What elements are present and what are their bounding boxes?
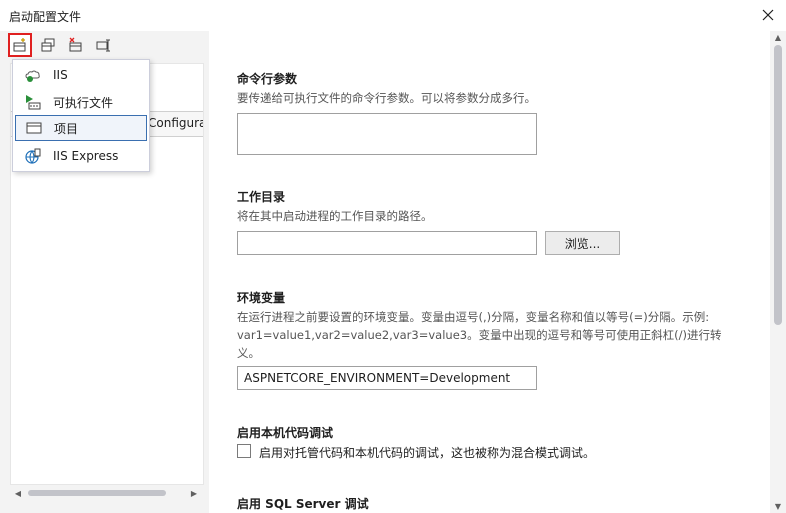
profile-settings: 命令行参数 要传递给可执行文件的命令行参数。可以将参数分成多行。 工作目录 将在…: [209, 31, 770, 513]
copy-profile-icon: [41, 38, 55, 52]
new-profile-button[interactable]: [8, 33, 32, 57]
window-title: 启动配置文件: [9, 10, 82, 24]
scroll-down-icon[interactable]: ▼: [770, 502, 786, 511]
iis-icon: [23, 67, 43, 83]
workdir-title: 工作目录: [237, 190, 286, 204]
menu-item-label: 可执行文件: [53, 95, 114, 110]
delete-profile-icon: [69, 37, 82, 52]
native-debug-title: 启用本机代码调试: [237, 426, 334, 440]
close-icon: [762, 9, 774, 21]
args-description: 要传递给可执行文件的命令行参数。可以将参数分成多行。: [237, 91, 536, 105]
profiles-toolbar: [8, 33, 116, 61]
working-directory-input[interactable]: [237, 231, 537, 255]
workdir-description: 将在其中启动进程的工作目录的路径。: [237, 209, 433, 223]
env-description: 在运行进程之前要设置的环境变量。变量由逗号(,)分隔，变量名称和值以等号(=)分…: [237, 310, 722, 360]
menu-item-executable[interactable]: 可执行文件: [15, 89, 147, 115]
sql-debug-title: 启用 SQL Server 调试: [237, 497, 369, 511]
native-debug-checkbox[interactable]: [237, 444, 251, 458]
horizontal-scroll-thumb[interactable]: [28, 490, 166, 496]
new-profile-dropdown: IIS 可执行文件 项目 IIS Express: [12, 59, 150, 172]
vertical-scrollbar[interactable]: ▲ ▼: [770, 31, 786, 513]
environment-variables-input[interactable]: [237, 366, 537, 390]
menu-item-iis-express[interactable]: IIS Express: [15, 143, 147, 169]
horizontal-scrollbar[interactable]: ◀ ▶: [10, 486, 202, 500]
scroll-left-icon[interactable]: ◀: [12, 489, 24, 498]
args-title: 命令行参数: [237, 72, 298, 86]
browse-button[interactable]: 浏览...: [545, 231, 620, 255]
executable-icon: [23, 94, 43, 110]
menu-item-project[interactable]: 项目: [15, 115, 147, 141]
menu-item-iis[interactable]: IIS: [15, 62, 147, 88]
scroll-up-icon[interactable]: ▲: [770, 33, 786, 42]
vertical-scroll-thumb[interactable]: [774, 45, 782, 325]
close-button[interactable]: [756, 4, 780, 26]
rename-profile-icon: [96, 39, 110, 52]
new-profile-icon: [13, 38, 26, 52]
rename-profile-button[interactable]: [92, 33, 116, 57]
profile-list-item-label: Configura: [148, 116, 204, 130]
title-bar: 启动配置文件: [0, 0, 786, 32]
menu-item-label: 项目: [54, 121, 79, 136]
menu-item-label: IIS Express: [53, 149, 119, 163]
menu-item-label: IIS: [53, 68, 68, 82]
native-debug-checkbox-label: 启用对托管代码和本机代码的调试，这也被称为混合模式调试。: [259, 446, 596, 460]
scroll-right-icon[interactable]: ▶: [188, 489, 200, 498]
copy-profile-button[interactable]: [36, 33, 60, 57]
delete-profile-button[interactable]: [64, 33, 88, 57]
project-icon: [24, 120, 44, 136]
iis-express-icon: [23, 148, 43, 164]
command-line-args-input[interactable]: [237, 113, 537, 155]
env-title: 环境变量: [237, 291, 286, 305]
